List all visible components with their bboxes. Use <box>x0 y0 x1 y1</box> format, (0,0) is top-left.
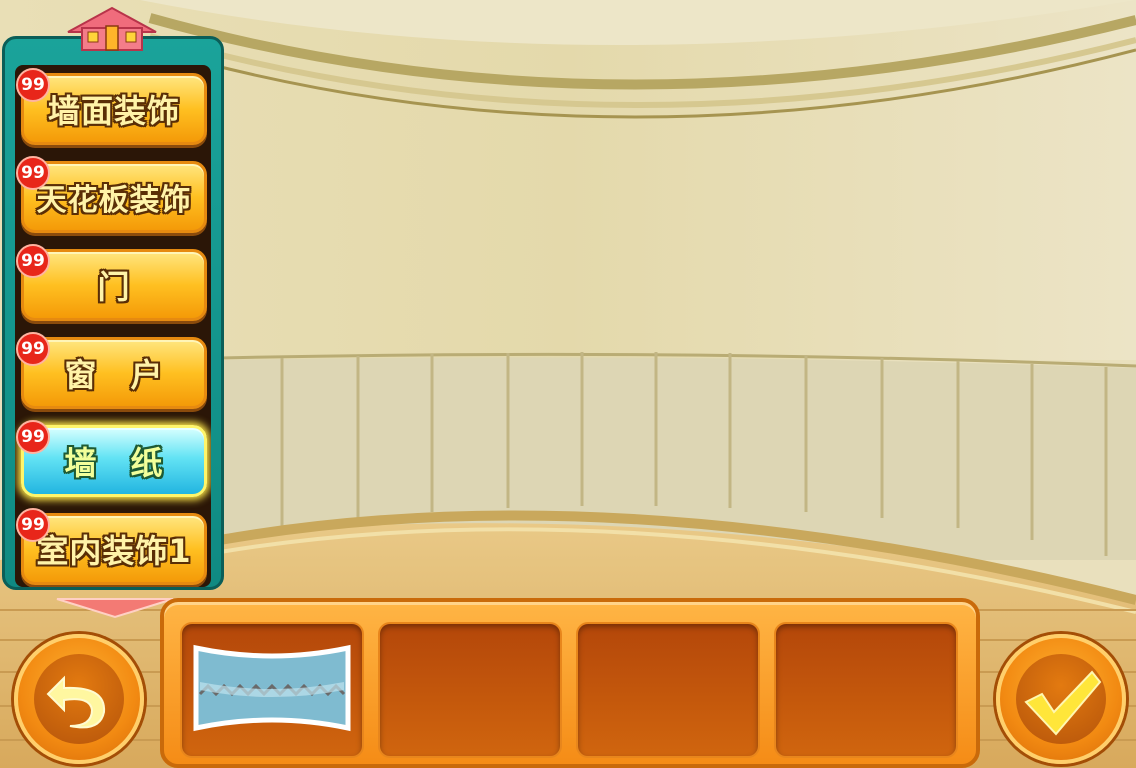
count-badge: 99 <box>16 420 50 454</box>
count-badge: 99 <box>16 508 50 542</box>
count-badge: 99 <box>16 244 50 278</box>
category-panel-frame: 99 墙面装饰 99 天花板装饰 99 门 99 窗 户 99 墙 纸 99 室… <box>2 36 224 619</box>
category-button-wall-decor[interactable]: 99 墙面装饰 <box>16 68 207 145</box>
wallpaper-swatch-icon[interactable] <box>182 624 362 756</box>
category-button-interior-decor-1[interactable]: 99 室内装饰1 <box>16 508 207 585</box>
item-slot-4[interactable] <box>774 622 958 758</box>
category-label: 室内装饰1 <box>36 532 192 570</box>
category-button-window[interactable]: 99 窗 户 <box>16 332 207 409</box>
item-slot-2[interactable] <box>378 622 562 758</box>
category-label: 天花板装饰 <box>36 183 192 218</box>
category-label: 门 <box>97 268 131 306</box>
count-badge: 99 <box>16 156 50 190</box>
category-button-door[interactable]: 99 门 <box>16 244 207 321</box>
category-label: 墙 纸 <box>64 444 164 482</box>
checkmark-icon <box>1024 670 1102 736</box>
category-button-wallpaper[interactable]: 99 墙 纸 <box>16 420 207 497</box>
category-button-ceiling-decor[interactable]: 99 天花板装饰 <box>16 156 207 233</box>
confirm-button-face <box>1016 654 1106 744</box>
item-tray <box>160 598 980 768</box>
back-button-face <box>34 654 124 744</box>
undo-arrow-icon <box>46 675 106 729</box>
back-button[interactable] <box>14 634 144 764</box>
confirm-button[interactable] <box>996 634 1126 764</box>
count-badge: 99 <box>16 332 50 366</box>
item-slot-1[interactable] <box>180 622 364 758</box>
category-list[interactable]: 99 墙面装饰 99 天花板装饰 99 门 99 窗 户 99 墙 纸 99 室… <box>15 65 211 587</box>
item-slot-3[interactable] <box>576 622 760 758</box>
scroll-down-arrow-icon[interactable] <box>55 597 175 619</box>
house-icon[interactable] <box>64 4 160 52</box>
count-badge: 99 <box>16 68 50 102</box>
category-label: 墙面装饰 <box>47 92 180 130</box>
category-panel: 99 墙面装饰 99 天花板装饰 99 门 99 窗 户 99 墙 纸 99 室… <box>2 4 224 619</box>
category-label: 窗 户 <box>64 356 164 394</box>
